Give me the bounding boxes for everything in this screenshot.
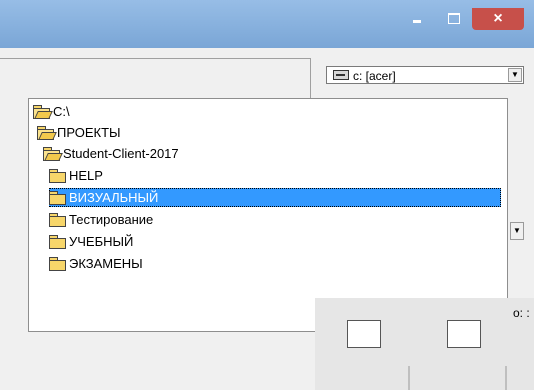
divider <box>505 366 507 390</box>
tree-item-label: C:\ <box>53 104 70 119</box>
tree-item-vizualnyi[interactable]: ВИЗУАЛЬНЫЙ <box>29 187 507 209</box>
tree-item-testirovanie[interactable]: Тестирование <box>29 209 507 231</box>
open-folder-icon <box>33 105 53 119</box>
maximize-icon[interactable] <box>441 8 467 30</box>
tree-item-label: HELP <box>69 168 103 183</box>
tree-item-label: ПРОЕКТЫ <box>57 125 121 140</box>
close-button[interactable]: × <box>472 8 524 30</box>
tree-item-label: ЭКЗАМЕНЫ <box>69 256 143 271</box>
minimize-icon[interactable] <box>404 8 430 30</box>
dialog-client-area: c: [acer] ▼ C:\ ПРОЕКТЫ Student-Client-2… <box>0 48 534 390</box>
tree-item-label: УЧЕБНЫЙ <box>69 234 134 249</box>
drive-icon <box>333 70 349 80</box>
folder-icon <box>49 169 66 183</box>
tree-item-help[interactable]: HELP <box>29 165 507 187</box>
title-bar: × <box>0 0 534 48</box>
value-box[interactable] <box>347 320 381 348</box>
tree-item-student-client[interactable]: Student-Client-2017 <box>29 143 507 165</box>
chevron-down-icon[interactable]: ▼ <box>508 68 522 82</box>
tree-item-label: ВИЗУАЛЬНЫЙ <box>69 190 159 205</box>
tree-item-c-root[interactable]: C:\ <box>29 101 507 123</box>
tree-item-proekty[interactable]: ПРОЕКТЫ <box>29 122 507 144</box>
drive-select-value: c: [acer] <box>353 69 396 83</box>
folder-icon <box>49 191 66 205</box>
value-box[interactable] <box>447 320 481 348</box>
folder-tree[interactable]: C:\ ПРОЕКТЫ Student-Client-2017 HELP ВИЗ… <box>28 98 508 332</box>
open-folder-icon <box>37 126 57 140</box>
drive-select[interactable]: c: [acer] ▼ <box>326 66 524 84</box>
tree-item-ekzameny[interactable]: ЭКЗАМЕНЫ <box>29 253 507 275</box>
folder-icon <box>49 257 66 271</box>
tree-item-uchebnyi[interactable]: УЧЕБНЫЙ <box>29 231 507 253</box>
options-label: о: : <box>513 306 530 320</box>
open-folder-icon <box>43 147 63 161</box>
tree-item-label: Student-Client-2017 <box>63 146 179 161</box>
folder-icon <box>49 235 66 249</box>
folder-icon <box>49 213 66 227</box>
tree-item-label: Тестирование <box>69 212 154 227</box>
chevron-down-icon[interactable]: ▼ <box>510 222 524 240</box>
file-name-panel <box>0 58 311 99</box>
divider <box>408 366 410 390</box>
